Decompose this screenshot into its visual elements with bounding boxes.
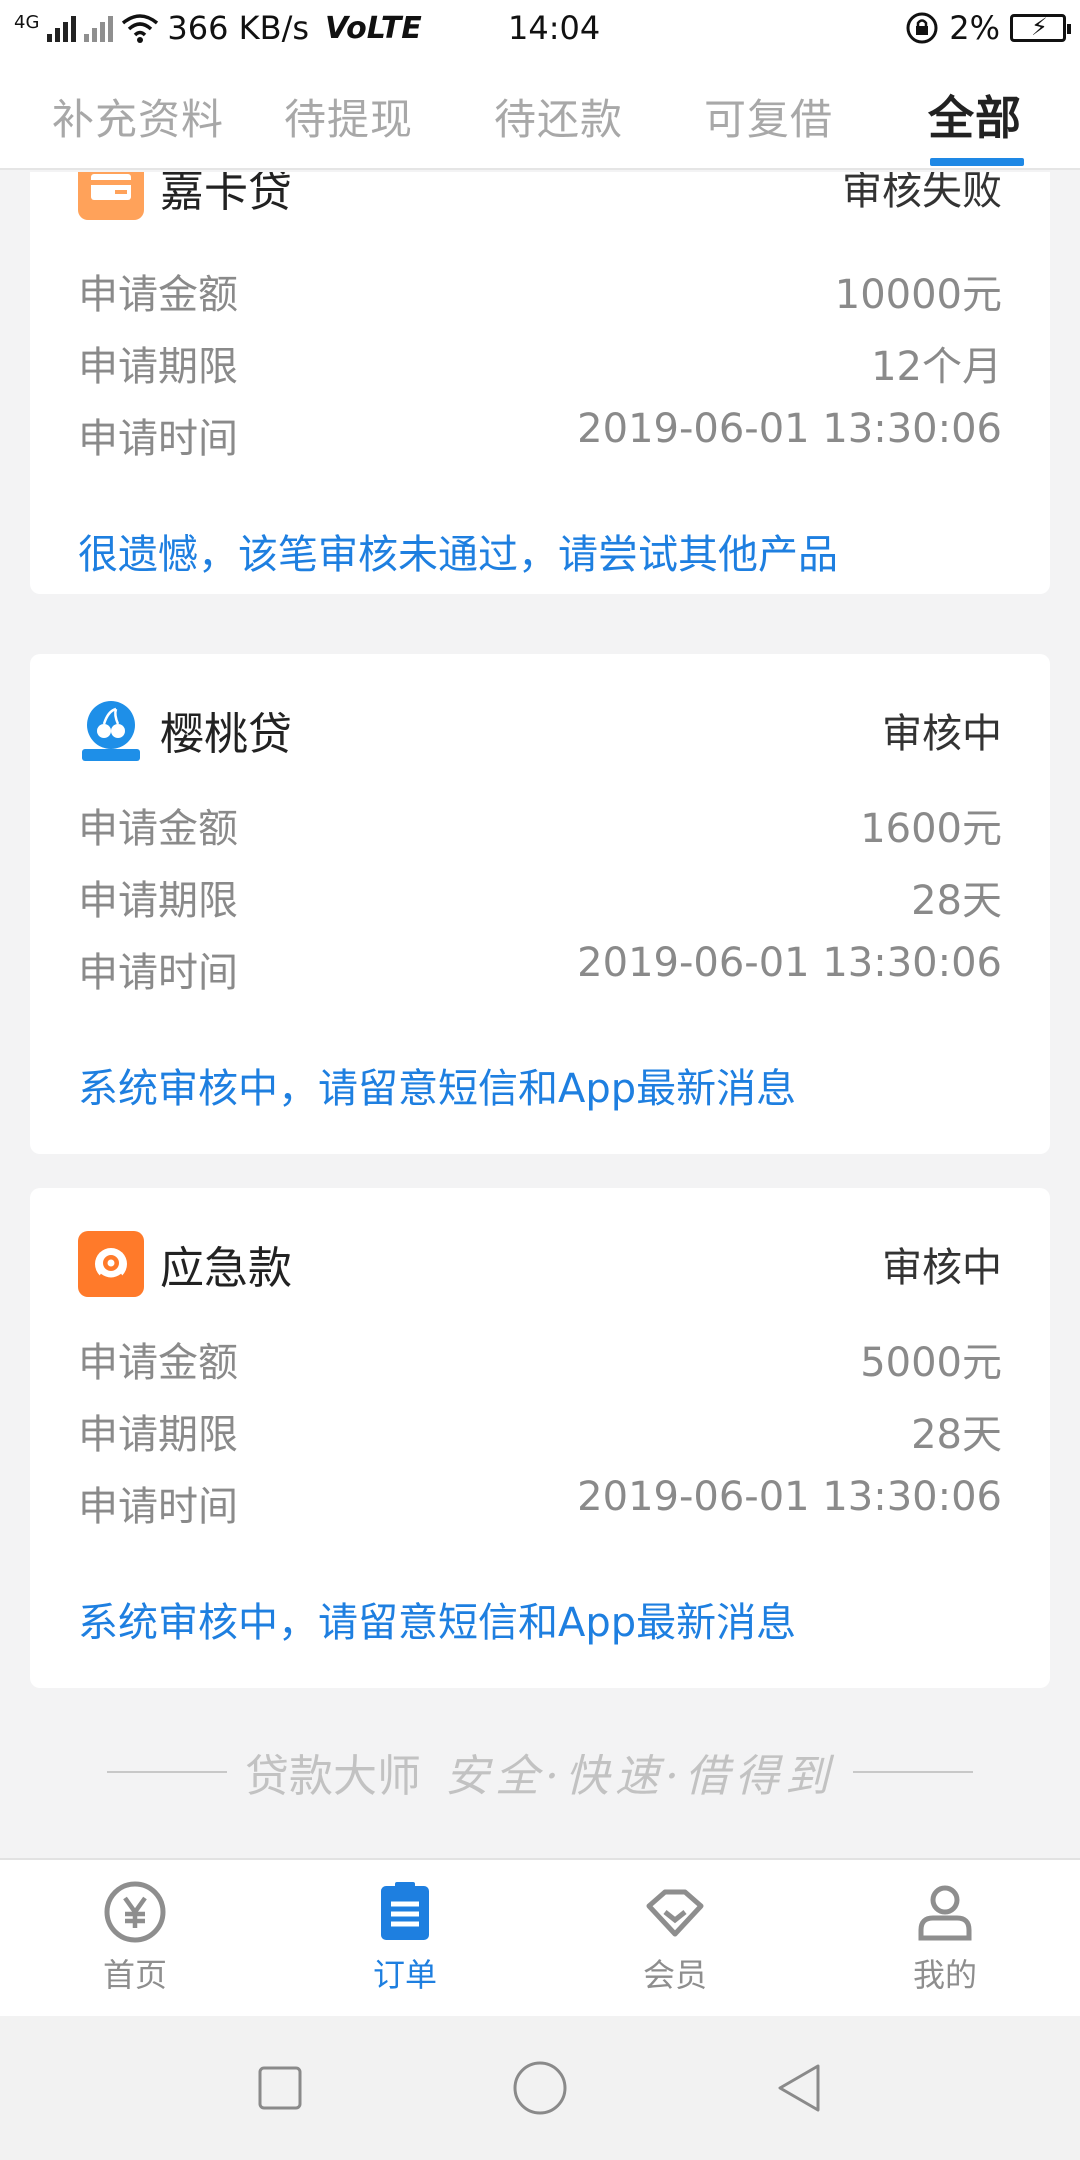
signal-2-icon (84, 14, 114, 42)
amount-row: 申请金额 5000元 (78, 1330, 1002, 1388)
time-value: 2019-06-01 13:30:06 (577, 406, 1002, 452)
brand-name: 贷款大师 (245, 1751, 421, 1802)
nav-member[interactable]: 会员 (540, 1860, 810, 2016)
nav-profile-label: 我的 (912, 1956, 977, 1994)
time-label: 申请时间 (78, 1484, 238, 1530)
amount-row: 申请金额 10000元 (78, 262, 1002, 320)
amount-value: 5000元 (860, 1340, 1002, 1386)
amount-value: 1600元 (860, 806, 1002, 852)
term-label: 申请期限 (78, 344, 238, 390)
term-row: 申请期限 28天 (78, 1402, 1002, 1460)
recent-apps-button[interactable] (250, 2058, 310, 2118)
time-row: 申请时间 2019-06-01 13:30:06 (78, 406, 1002, 464)
sun-face-icon (78, 1231, 144, 1297)
tab-pending-withdraw[interactable]: 待提现 (284, 86, 413, 147)
time-value: 2019-06-01 13:30:06 (577, 940, 1002, 986)
term-label: 申请期限 (78, 878, 238, 924)
nav-profile[interactable]: 我的 (810, 1860, 1080, 2016)
home-button[interactable] (510, 2058, 570, 2118)
wifi-icon (122, 14, 159, 43)
divider-left (107, 1771, 227, 1773)
product-name: 樱桃贷 (160, 709, 292, 760)
yen-icon (103, 1880, 167, 1944)
status-left: 4G 366 KB/s VoLTE (14, 9, 474, 47)
time-row: 申请时间 2019-06-01 13:30:06 (78, 1474, 1002, 1532)
clipboard-icon (373, 1880, 437, 1944)
time-label: 申请时间 (78, 950, 238, 996)
order-notice[interactable]: 很遗憾，该笔审核未通过，请尝试其他产品 (78, 522, 838, 580)
term-value: 12个月 (871, 344, 1002, 390)
battery-icon: ⚡ (1010, 13, 1071, 42)
tab-pending-repay[interactable]: 待还款 (494, 86, 623, 147)
nav-home-label: 首页 (102, 1956, 167, 1994)
signal-icon (47, 14, 77, 42)
order-status: 审核失败 (842, 172, 1002, 214)
amount-label: 申请金额 (78, 1340, 238, 1386)
product-name: 应急款 (160, 1243, 292, 1294)
bottom-nav: 首页 订单 会员 我的 (0, 1858, 1080, 2016)
person-icon (913, 1880, 977, 1944)
nav-home[interactable]: 首页 (0, 1860, 270, 2016)
term-value: 28天 (911, 878, 1002, 924)
amount-label: 申请金额 (78, 806, 238, 852)
volte-indicator: VoLTE (325, 10, 422, 46)
tab-indicator (930, 158, 1024, 166)
order-status: 审核中 (882, 711, 1002, 757)
lock-rotation-icon (906, 12, 938, 44)
time-value: 2019-06-01 13:30:06 (577, 1474, 1002, 1520)
term-row: 申请期限 28天 (78, 868, 1002, 926)
network-type: 4G (14, 11, 40, 33)
term-value: 28天 (911, 1412, 1002, 1458)
order-list[interactable]: 嘉卡贷 审核失败 申请金额 10000元 申请期限 12个月 申请时间 2019… (0, 172, 1080, 1858)
network-speed: 366 KB/s (167, 9, 310, 47)
brand-slogan: 安全·快速·借得到 (445, 1751, 835, 1802)
order-card[interactable]: 樱桃贷 审核中 申请金额 1600元 申请期限 28天 申请时间 2019-06… (30, 654, 1050, 1154)
order-notice[interactable]: 系统审核中，请留意短信和App最新消息 (78, 1590, 796, 1648)
card-icon (78, 172, 144, 220)
system-nav-bar (0, 2016, 1080, 2160)
term-label: 申请期限 (78, 1412, 238, 1458)
order-status: 审核中 (882, 1245, 1002, 1291)
tab-supplement[interactable]: 补充资料 (52, 86, 224, 147)
nav-orders[interactable]: 订单 (270, 1860, 540, 2016)
cherry-icon (78, 697, 144, 763)
order-card[interactable]: 嘉卡贷 审核失败 申请金额 10000元 申请期限 12个月 申请时间 2019… (30, 172, 1050, 594)
battery-percent: 2% (949, 9, 1000, 47)
nav-orders-label: 订单 (372, 1956, 437, 1994)
amount-value: 10000元 (834, 272, 1002, 318)
card-header: 应急款 审核中 (78, 1224, 1002, 1304)
order-card[interactable]: 应急款 审核中 申请金额 5000元 申请期限 28天 申请时间 2019-06… (30, 1188, 1050, 1688)
order-tabs: 补充资料 待提现 待还款 可复借 全部 (0, 56, 1080, 170)
status-bar: 4G 366 KB/s VoLTE 14:04 2% ⚡ (0, 0, 1080, 56)
back-button[interactable] (770, 2058, 830, 2118)
divider-right (852, 1771, 973, 1773)
amount-label: 申请金额 (78, 272, 238, 318)
time-row: 申请时间 2019-06-01 13:30:06 (78, 940, 1002, 998)
amount-row: 申请金额 1600元 (78, 796, 1002, 854)
footer-slogan: 贷款大师 安全·快速·借得到 (0, 1740, 1080, 1804)
tab-reborrow[interactable]: 可复借 (704, 86, 833, 147)
diamond-icon (643, 1880, 707, 1944)
term-row: 申请期限 12个月 (78, 334, 1002, 392)
card-header: 嘉卡贷 审核失败 (78, 172, 1002, 232)
card-header: 樱桃贷 审核中 (78, 690, 1002, 770)
nav-member-label: 会员 (642, 1956, 707, 1994)
product-name: 嘉卡贷 (160, 172, 292, 217)
status-right: 2% ⚡ (905, 9, 1071, 47)
clock: 14:04 (508, 9, 601, 47)
time-label: 申请时间 (78, 416, 238, 462)
tab-all[interactable]: 全部 (928, 82, 1022, 148)
order-notice[interactable]: 系统审核中，请留意短信和App最新消息 (78, 1056, 796, 1114)
